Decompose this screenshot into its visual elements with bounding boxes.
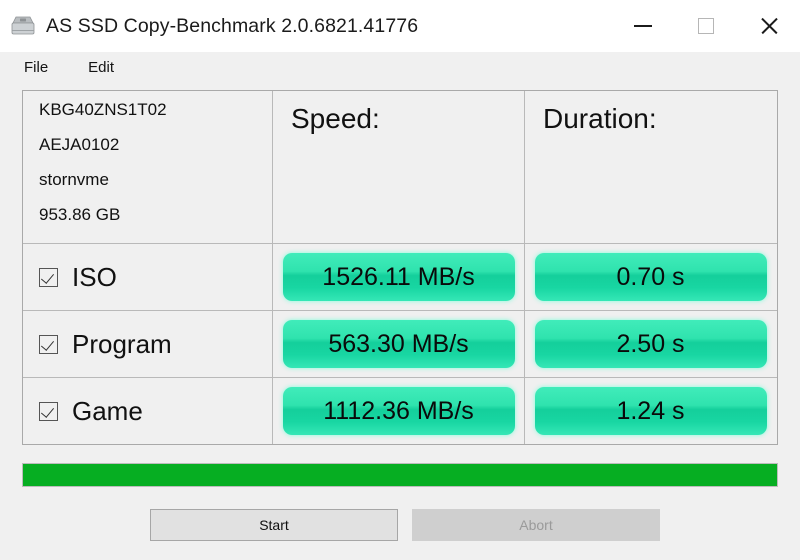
speed-cell-program: 563.30 MB/s [273, 311, 525, 377]
speed-header-cell: Speed: [273, 91, 525, 243]
test-label-iso: ISO [72, 262, 117, 292]
app-window: AS SSD Copy-Benchmark 2.0.6821.41776 Fil… [0, 0, 800, 560]
menu-item-edit[interactable]: Edit [86, 57, 116, 78]
speed-value-iso: 1526.11 MB/s [322, 262, 475, 291]
drive-model: KBG40ZNS1T02 [39, 100, 167, 119]
close-button[interactable] [737, 0, 800, 52]
menu-item-file[interactable]: File [22, 57, 50, 78]
minimize-icon [633, 25, 652, 27]
speed-value-program: 563.30 MB/s [328, 329, 469, 358]
close-icon [759, 16, 779, 36]
table-header-row: KBG40ZNS1T02 AEJA0102 stornvme 953.86 GB… [23, 91, 777, 244]
table-row: Game 1112.36 MB/s 1.24 s [23, 378, 777, 444]
title-bar: AS SSD Copy-Benchmark 2.0.6821.41776 [0, 0, 800, 52]
maximize-button[interactable] [674, 0, 737, 52]
table-row: ISO 1526.11 MB/s 0.70 s [23, 244, 777, 311]
progress-bar [22, 463, 778, 487]
drive-capacity: 953.86 GB [39, 205, 121, 224]
drive-info: KBG40ZNS1T02 AEJA0102 stornvme 953.86 GB [23, 91, 167, 243]
speed-cell-game: 1112.36 MB/s [273, 378, 525, 444]
iso-checkbox-wrap[interactable]: ISO [23, 264, 117, 290]
duration-value-iso: 0.70 s [616, 262, 685, 291]
duration-cell-program: 2.50 s [525, 311, 776, 377]
speed-header-label: Speed: [291, 103, 380, 134]
result-box-duration-game: 1.24 s [534, 387, 767, 435]
maximize-icon [697, 18, 714, 34]
test-name-cell-program: Program [23, 311, 273, 377]
test-name-cell-game: Game [23, 378, 273, 444]
start-button[interactable]: Start [150, 509, 398, 541]
drive-info-cell: KBG40ZNS1T02 AEJA0102 stornvme 953.86 GB [23, 91, 273, 243]
duration-cell-iso: 0.70 s [525, 244, 776, 310]
duration-header-cell: Duration: [525, 91, 776, 243]
duration-value-game: 1.24 s [616, 396, 685, 425]
menu-bar: File Edit [0, 52, 800, 82]
result-box-duration-program: 2.50 s [534, 320, 767, 368]
ssd-drive-icon [11, 16, 35, 35]
result-box-speed-iso: 1526.11 MB/s [282, 253, 515, 301]
button-row: Start Abort [22, 509, 780, 541]
speed-value-game: 1112.36 MB/s [323, 396, 474, 425]
checkbox-game[interactable] [39, 401, 58, 421]
test-name-cell-iso: ISO [23, 244, 273, 310]
speed-cell-iso: 1526.11 MB/s [273, 244, 525, 310]
minimize-button[interactable] [611, 0, 674, 52]
result-box-speed-game: 1112.36 MB/s [282, 387, 515, 435]
duration-header-label: Duration: [543, 103, 657, 134]
test-label-program: Program [72, 329, 172, 359]
game-checkbox-wrap[interactable]: Game [23, 398, 143, 424]
benchmark-table: KBG40ZNS1T02 AEJA0102 stornvme 953.86 GB… [22, 90, 778, 445]
duration-value-program: 2.50 s [616, 329, 685, 358]
checkbox-iso[interactable] [39, 267, 58, 287]
progress-bar-fill [23, 464, 777, 486]
test-label-game: Game [72, 396, 143, 426]
duration-cell-game: 1.24 s [525, 378, 776, 444]
window-title: AS SSD Copy-Benchmark 2.0.6821.41776 [46, 14, 419, 37]
checkbox-program[interactable] [39, 334, 58, 354]
main-content: KBG40ZNS1T02 AEJA0102 stornvme 953.86 GB… [0, 82, 800, 560]
drive-driver: stornvme [39, 170, 109, 189]
drive-firmware: AEJA0102 [39, 135, 120, 154]
result-box-speed-program: 563.30 MB/s [282, 320, 515, 368]
program-checkbox-wrap[interactable]: Program [23, 331, 172, 357]
window-controls [611, 0, 800, 52]
result-box-duration-iso: 0.70 s [534, 253, 767, 301]
table-row: Program 563.30 MB/s 2.50 s [23, 311, 777, 378]
abort-button: Abort [412, 509, 660, 541]
